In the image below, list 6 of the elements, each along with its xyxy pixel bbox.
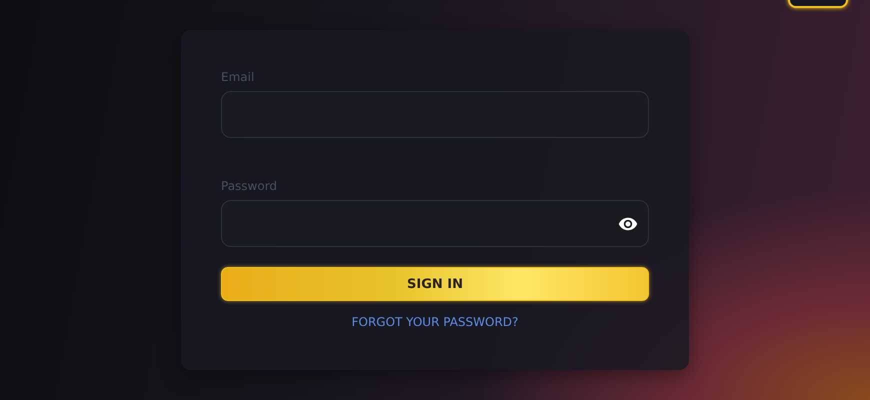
field-label: Email xyxy=(221,70,254,86)
email-field[interactable] xyxy=(221,91,649,138)
sign-in-button[interactable]: SIGN IN xyxy=(221,267,649,301)
password-field[interactable] xyxy=(221,200,649,247)
field-label: Password xyxy=(221,179,278,195)
forgot-password-link[interactable]: FORGOT YOUR PASSWORD? xyxy=(352,315,518,329)
